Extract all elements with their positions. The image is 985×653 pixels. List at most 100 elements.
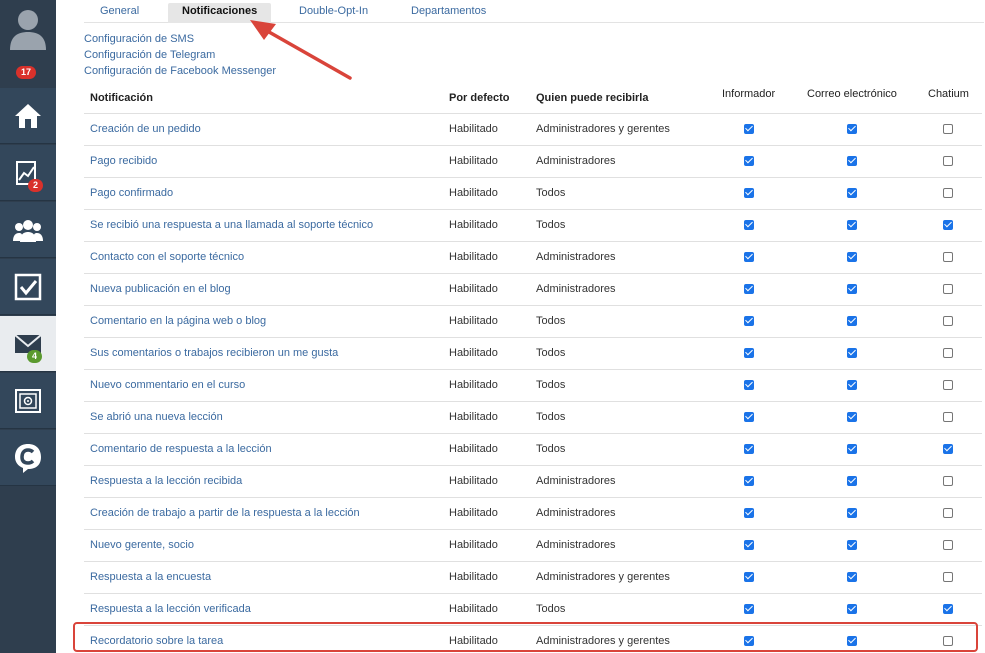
notification-name-link[interactable]: Pago confirmado — [90, 187, 173, 200]
email-checkbox[interactable] — [847, 508, 857, 518]
user-avatar[interactable] — [0, 0, 56, 58]
informer-checkbox[interactable] — [744, 476, 754, 486]
sidebar-item-chatium[interactable] — [0, 430, 56, 486]
tab-departments[interactable]: Departamentos — [397, 3, 500, 23]
sidebar: 17 2 4 — [0, 0, 56, 653]
notification-name-link[interactable]: Respuesta a la lección verificada — [90, 603, 251, 616]
informer-checkbox[interactable] — [744, 508, 754, 518]
informer-checkbox[interactable] — [744, 380, 754, 390]
chatium-checkbox[interactable] — [943, 252, 953, 262]
tab-general[interactable]: General — [86, 3, 153, 23]
table-row: Pago recibido Habilitado Administradores — [84, 145, 982, 177]
informer-checkbox[interactable] — [744, 412, 754, 422]
chatium-checkbox[interactable] — [943, 348, 953, 358]
recipients: Todos — [536, 187, 566, 199]
tab-double-opt-in[interactable]: Double-Opt-In — [285, 3, 382, 23]
informer-checkbox[interactable] — [744, 348, 754, 358]
notification-name-link[interactable]: Contacto con el soporte técnico — [90, 251, 244, 264]
email-checkbox[interactable] — [847, 540, 857, 550]
chatium-checkbox[interactable] — [943, 572, 953, 582]
email-checkbox[interactable] — [847, 604, 857, 614]
settings-tabs: General Notificaciones Double-Opt-In Dep… — [84, 0, 984, 23]
informer-checkbox[interactable] — [744, 540, 754, 550]
recipients: Todos — [536, 379, 566, 391]
chatium-checkbox[interactable] — [943, 604, 953, 614]
default-status: Habilitado — [449, 347, 498, 359]
email-checkbox[interactable] — [847, 220, 857, 230]
notification-name-link[interactable]: Creación de un pedido — [90, 123, 201, 136]
recipients: Todos — [536, 315, 566, 327]
table-row: Pago confirmado Habilitado Todos — [84, 177, 982, 209]
default-status: Habilitado — [449, 475, 498, 487]
chatium-checkbox[interactable] — [943, 156, 953, 166]
telegram-settings-link[interactable]: Configuración de Telegram — [84, 49, 215, 61]
chatium-checkbox[interactable] — [943, 476, 953, 486]
recipients: Administradores — [536, 251, 616, 263]
email-checkbox[interactable] — [847, 188, 857, 198]
email-checkbox[interactable] — [847, 316, 857, 326]
informer-checkbox[interactable] — [744, 220, 754, 230]
email-checkbox[interactable] — [847, 572, 857, 582]
sidebar-item-messages[interactable]: 4 — [0, 316, 56, 372]
table-row: Comentario en la página web o blog Habili… — [84, 305, 982, 337]
notification-name-link[interactable]: Nuevo gerente, socio — [90, 539, 194, 552]
notifications-counter[interactable]: 17 — [0, 58, 56, 88]
chatium-checkbox[interactable] — [943, 220, 953, 230]
chatium-checkbox[interactable] — [943, 444, 953, 454]
sidebar-item-home[interactable] — [0, 88, 56, 144]
notification-name-link[interactable]: Respuesta a la lección recibida — [90, 475, 242, 488]
recipients: Administradores — [536, 283, 616, 295]
sidebar-item-analytics[interactable]: 2 — [0, 145, 56, 201]
sidebar-item-tasks[interactable] — [0, 259, 56, 315]
email-checkbox[interactable] — [847, 252, 857, 262]
notification-name-link[interactable]: Nuevo commentario en el curso — [90, 379, 245, 392]
notification-name-link[interactable]: Comentario de respuesta a la lección — [90, 443, 272, 456]
email-checkbox[interactable] — [847, 380, 857, 390]
sidebar-item-users[interactable] — [0, 202, 56, 258]
users-icon — [12, 216, 44, 244]
informer-checkbox[interactable] — [744, 156, 754, 166]
recipients: Administradores y gerentes — [536, 571, 670, 583]
sidebar-item-safe[interactable] — [0, 373, 56, 429]
email-checkbox[interactable] — [847, 284, 857, 294]
informer-checkbox[interactable] — [744, 188, 754, 198]
facebook-messenger-settings-link[interactable]: Configuración de Facebook Messenger — [84, 65, 276, 77]
notification-name-link[interactable]: Se recibió una respuesta a una llamada a… — [90, 219, 373, 232]
chatium-checkbox[interactable] — [943, 284, 953, 294]
table-row: Nueva publicación en el blog Habilitado Ad… — [84, 273, 982, 305]
chatium-checkbox[interactable] — [943, 316, 953, 326]
notification-name-link[interactable]: Creación de trabajo a partir de la respu… — [90, 507, 360, 520]
chatium-checkbox[interactable] — [943, 540, 953, 550]
default-status: Habilitado — [449, 571, 498, 583]
chatium-checkbox[interactable] — [943, 508, 953, 518]
informer-checkbox[interactable] — [744, 604, 754, 614]
email-checkbox[interactable] — [847, 412, 857, 422]
notification-name-link[interactable]: Se abrió una nueva lección — [90, 411, 223, 424]
notification-name-link[interactable]: Comentario en la página web o blog — [90, 315, 266, 328]
sms-settings-link[interactable]: Configuración de SMS — [84, 33, 194, 45]
informer-checkbox[interactable] — [744, 284, 754, 294]
informer-checkbox[interactable] — [744, 572, 754, 582]
chatium-checkbox[interactable] — [943, 124, 953, 134]
default-status: Habilitado — [449, 155, 498, 167]
chatium-checkbox[interactable] — [943, 412, 953, 422]
informer-checkbox[interactable] — [744, 252, 754, 262]
email-checkbox[interactable] — [847, 476, 857, 486]
informer-checkbox[interactable] — [744, 444, 754, 454]
notification-name-link[interactable]: Sus comentarios o trabajos recibieron un… — [90, 347, 338, 360]
email-checkbox[interactable] — [847, 444, 857, 454]
chatium-checkbox[interactable] — [943, 188, 953, 198]
email-checkbox[interactable] — [847, 156, 857, 166]
tab-notifications[interactable]: Notificaciones — [168, 3, 272, 23]
notification-name-link[interactable]: Nueva publicación en el blog — [90, 283, 231, 296]
informer-checkbox[interactable] — [744, 124, 754, 134]
email-checkbox[interactable] — [847, 124, 857, 134]
notification-name-link[interactable]: Respuesta a la encuesta — [90, 571, 211, 584]
default-status: Habilitado — [449, 283, 498, 295]
informer-checkbox[interactable] — [744, 316, 754, 326]
notification-name-link[interactable]: Pago recibido — [90, 155, 157, 168]
home-icon — [13, 101, 43, 131]
email-checkbox[interactable] — [847, 348, 857, 358]
table-row: Comentario de respuesta a la lección Habi… — [84, 433, 982, 465]
chatium-checkbox[interactable] — [943, 380, 953, 390]
